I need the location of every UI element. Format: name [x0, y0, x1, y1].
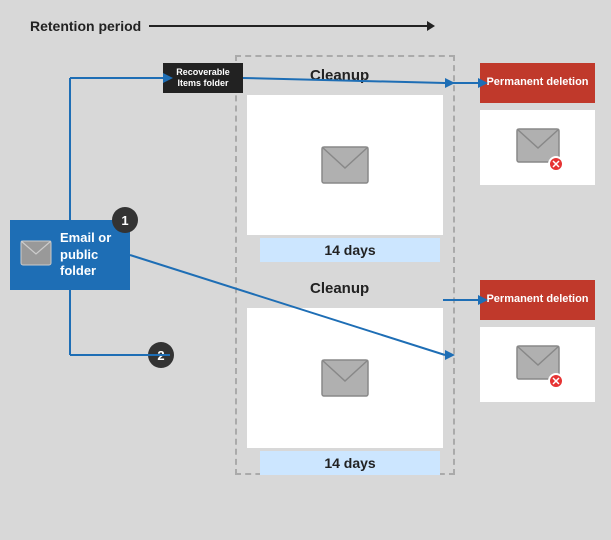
retention-bar: Retention period: [30, 18, 429, 34]
permanent-deletion-label-top: Permanent deletion: [486, 76, 588, 89]
retention-arrow: [149, 25, 429, 27]
step-badge-2: 2: [148, 342, 174, 368]
perm-icon-box-bottom: [480, 327, 595, 402]
permanent-deletion-box-top: Permanent deletion: [480, 63, 595, 103]
recoverable-items-label: Recoverable Items folder: [168, 67, 238, 89]
recoverable-items-box: Recoverable Items folder: [163, 63, 243, 93]
diagram-container: Retention period Cleanup Cleanup 14 days: [0, 0, 611, 540]
permanent-deletion-label-bottom: Permanent deletion: [486, 293, 588, 306]
source-box: Email or public folder: [10, 220, 130, 290]
source-label: Email or public folder: [60, 230, 120, 281]
source-envelope-icon: [20, 240, 52, 271]
days-label-bottom: 14 days: [260, 451, 440, 475]
arrow-line: [149, 25, 429, 27]
panel-bottom: [247, 308, 443, 448]
panel-top: [247, 95, 443, 235]
perm-icon-box-top: [480, 110, 595, 185]
step-badge-1: 1: [112, 207, 138, 233]
cleanup-label-top: Cleanup: [310, 67, 369, 84]
envelope-icon-panel-bottom: [321, 359, 369, 397]
retention-label: Retention period: [30, 18, 141, 34]
cleanup-label-bottom: Cleanup: [310, 280, 369, 297]
days-label-top: 14 days: [260, 238, 440, 262]
permanent-deletion-box-bottom: Permanent deletion: [480, 280, 595, 320]
envelope-icon-panel-top: [321, 146, 369, 184]
